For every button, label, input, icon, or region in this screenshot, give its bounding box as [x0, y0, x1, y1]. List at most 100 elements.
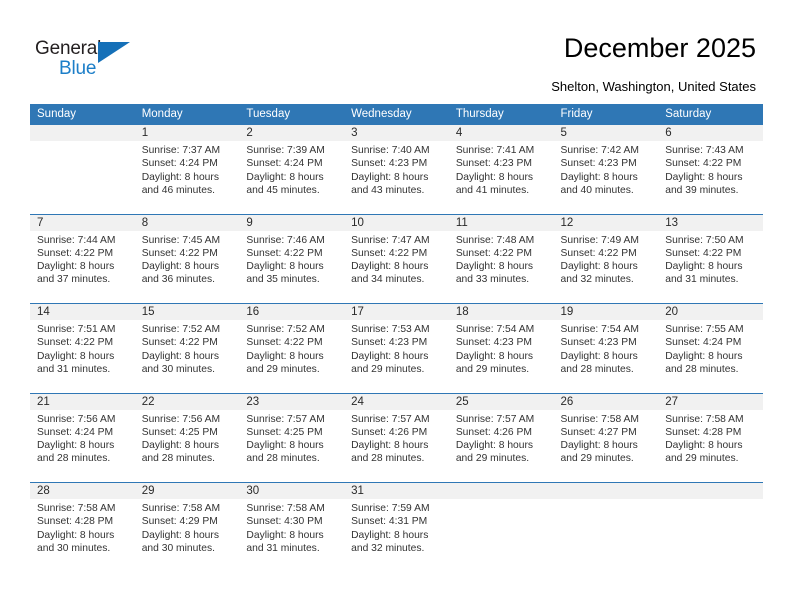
day-number[interactable]	[553, 482, 659, 499]
day-number[interactable]: 5	[553, 125, 659, 141]
day-cell[interactable]: Sunrise: 7:55 AM Sunset: 4:24 PM Dayligh…	[658, 320, 763, 393]
day-cell[interactable]: Sunrise: 7:51 AM Sunset: 4:22 PM Dayligh…	[30, 320, 135, 393]
sunset-line: Sunset: 4:26 PM	[455, 426, 532, 438]
daylight-line-cont: and 29 minutes.	[455, 363, 530, 375]
sunrise-line: Sunrise: 7:44 AM	[37, 234, 116, 246]
day-number[interactable]: 1	[134, 125, 240, 141]
weekday-header-tuesday: Tuesday	[239, 104, 345, 125]
day-cell[interactable]: Sunrise: 7:58 AM Sunset: 4:28 PM Dayligh…	[30, 499, 135, 572]
day-cell[interactable]: Sunrise: 7:56 AM Sunset: 4:25 PM Dayligh…	[134, 409, 240, 483]
day-cell[interactable]: Sunrise: 7:56 AM Sunset: 4:24 PM Dayligh…	[30, 409, 135, 483]
day-number[interactable]: 26	[553, 392, 659, 410]
day-number[interactable]: 24	[344, 392, 449, 410]
day-number[interactable]: 15	[134, 303, 240, 320]
day-cell[interactable]: Sunrise: 7:59 AM Sunset: 4:31 PM Dayligh…	[344, 499, 449, 572]
location-subtitle: Shelton, Washington, United States	[551, 79, 756, 94]
sunset-line: Sunset: 4:23 PM	[560, 337, 637, 349]
sunset-line: Sunset: 4:22 PM	[141, 247, 218, 259]
day-cell[interactable]: Sunrise: 7:53 AM Sunset: 4:23 PM Dayligh…	[344, 320, 449, 393]
daylight-line: Daylight: 8 hours	[455, 440, 534, 452]
week-row-daynumbers: 21 22 23 24 25 26 27	[30, 392, 763, 410]
day-number[interactable]: 11	[448, 213, 554, 231]
day-cell[interactable]: Sunrise: 7:42 AM Sunset: 4:23 PM Dayligh…	[553, 141, 659, 214]
sunrise-line: Sunrise: 7:56 AM	[37, 413, 116, 425]
calendar-grid: Sunday Monday Tuesday Wednesday Thursday…	[30, 104, 763, 572]
day-cell[interactable]: Sunrise: 7:39 AM Sunset: 4:24 PM Dayligh…	[239, 141, 345, 214]
day-number[interactable]: 3	[344, 125, 449, 141]
day-number[interactable]: 13	[658, 213, 763, 231]
day-cell[interactable]: Sunrise: 7:57 AM Sunset: 4:25 PM Dayligh…	[239, 409, 345, 483]
sunset-line: Sunset: 4:28 PM	[665, 426, 742, 438]
day-number[interactable]	[448, 482, 554, 499]
sunrise-line: Sunrise: 7:58 AM	[665, 413, 744, 425]
day-cell[interactable]: Sunrise: 7:49 AM Sunset: 4:22 PM Dayligh…	[553, 230, 659, 304]
day-cell[interactable]: Sunrise: 7:37 AM Sunset: 4:24 PM Dayligh…	[134, 141, 240, 214]
day-number[interactable]: 19	[553, 303, 659, 320]
sunset-line: Sunset: 4:23 PM	[351, 337, 428, 349]
day-cell[interactable]: Sunrise: 7:57 AM Sunset: 4:26 PM Dayligh…	[448, 409, 554, 483]
sunrise-line: Sunrise: 7:52 AM	[246, 324, 325, 335]
day-cell[interactable]: Sunrise: 7:46 AM Sunset: 4:22 PM Dayligh…	[239, 230, 345, 304]
day-number[interactable]: 7	[30, 213, 135, 231]
day-number[interactable]: 8	[134, 213, 240, 231]
day-number[interactable]: 9	[239, 213, 345, 231]
daylight-line-cont: and 31 minutes.	[665, 274, 739, 286]
sunset-line: Sunset: 4:22 PM	[560, 247, 637, 259]
sunset-line: Sunset: 4:22 PM	[246, 337, 323, 349]
daylight-line: Daylight: 8 hours	[665, 440, 743, 452]
day-number[interactable]: 30	[239, 482, 345, 499]
day-number[interactable]: 28	[30, 482, 135, 499]
sunset-line: Sunset: 4:30 PM	[246, 516, 323, 528]
weekday-header-wednesday: Wednesday	[344, 104, 449, 125]
sunrise-line: Sunrise: 7:37 AM	[141, 145, 221, 156]
day-cell[interactable]: Sunrise: 7:58 AM Sunset: 4:29 PM Dayligh…	[134, 499, 240, 572]
sunset-line: Sunset: 4:22 PM	[665, 247, 742, 259]
daylight-line: Daylight: 8 hours	[560, 171, 638, 183]
day-number[interactable]: 17	[344, 303, 449, 320]
day-cell[interactable]: Sunrise: 7:58 AM Sunset: 4:28 PM Dayligh…	[658, 409, 763, 483]
day-cell[interactable]: Sunrise: 7:50 AM Sunset: 4:22 PM Dayligh…	[658, 230, 763, 304]
day-number[interactable]: 27	[658, 392, 763, 410]
day-cell[interactable]: Sunrise: 7:44 AM Sunset: 4:22 PM Dayligh…	[30, 230, 135, 304]
day-number[interactable]: 25	[448, 392, 554, 410]
day-cell[interactable]: Sunrise: 7:45 AM Sunset: 4:22 PM Dayligh…	[134, 230, 240, 304]
day-cell[interactable]: Sunrise: 7:58 AM Sunset: 4:30 PM Dayligh…	[239, 499, 345, 572]
sunrise-line: Sunrise: 7:54 AM	[560, 324, 639, 335]
day-number[interactable]: 12	[553, 213, 659, 231]
day-cell	[658, 499, 763, 572]
day-number[interactable]: 4	[448, 125, 554, 141]
daylight-line-cont: and 31 minutes.	[246, 542, 320, 554]
day-number[interactable]: 31	[344, 482, 449, 499]
day-number[interactable]: 2	[239, 125, 345, 141]
day-number[interactable]: 21	[30, 392, 135, 410]
day-cell[interactable]: Sunrise: 7:43 AM Sunset: 4:22 PM Dayligh…	[658, 141, 763, 214]
day-number[interactable]: 10	[344, 213, 449, 231]
day-number[interactable]: 18	[448, 303, 554, 320]
day-number[interactable]: 22	[134, 392, 240, 410]
day-number[interactable]	[30, 125, 135, 141]
daylight-line-cont: and 29 minutes.	[246, 363, 320, 375]
day-cell[interactable]: Sunrise: 7:47 AM Sunset: 4:22 PM Dayligh…	[344, 230, 449, 304]
day-cell[interactable]: Sunrise: 7:54 AM Sunset: 4:23 PM Dayligh…	[448, 320, 554, 393]
day-number[interactable]	[658, 482, 763, 499]
day-number[interactable]: 23	[239, 392, 345, 410]
day-cell[interactable]: Sunrise: 7:52 AM Sunset: 4:22 PM Dayligh…	[239, 320, 345, 393]
day-cell[interactable]: Sunrise: 7:41 AM Sunset: 4:23 PM Dayligh…	[448, 141, 554, 214]
day-cell[interactable]: Sunrise: 7:52 AM Sunset: 4:22 PM Dayligh…	[134, 320, 240, 393]
day-cell[interactable]: Sunrise: 7:57 AM Sunset: 4:26 PM Dayligh…	[344, 409, 449, 483]
calendar-table: Sunday Monday Tuesday Wednesday Thursday…	[30, 104, 763, 572]
day-number[interactable]: 29	[134, 482, 240, 499]
daylight-line-cont: and 32 minutes.	[560, 274, 634, 286]
day-cell[interactable]: Sunrise: 7:54 AM Sunset: 4:23 PM Dayligh…	[553, 320, 659, 393]
day-number[interactable]: 16	[239, 303, 345, 320]
general-blue-logo[interactable]: General Blue	[35, 38, 165, 84]
day-cell[interactable]: Sunrise: 7:58 AM Sunset: 4:27 PM Dayligh…	[553, 409, 659, 483]
sunrise-line: Sunrise: 7:55 AM	[665, 324, 744, 335]
day-number[interactable]: 6	[658, 125, 763, 141]
day-cell[interactable]: Sunrise: 7:40 AM Sunset: 4:23 PM Dayligh…	[344, 141, 449, 214]
sunset-line: Sunset: 4:31 PM	[351, 516, 428, 528]
day-cell[interactable]: Sunrise: 7:48 AM Sunset: 4:22 PM Dayligh…	[448, 230, 554, 304]
sunset-line: Sunset: 4:27 PM	[560, 426, 637, 438]
day-number[interactable]: 20	[658, 303, 763, 320]
day-number[interactable]: 14	[30, 303, 135, 320]
